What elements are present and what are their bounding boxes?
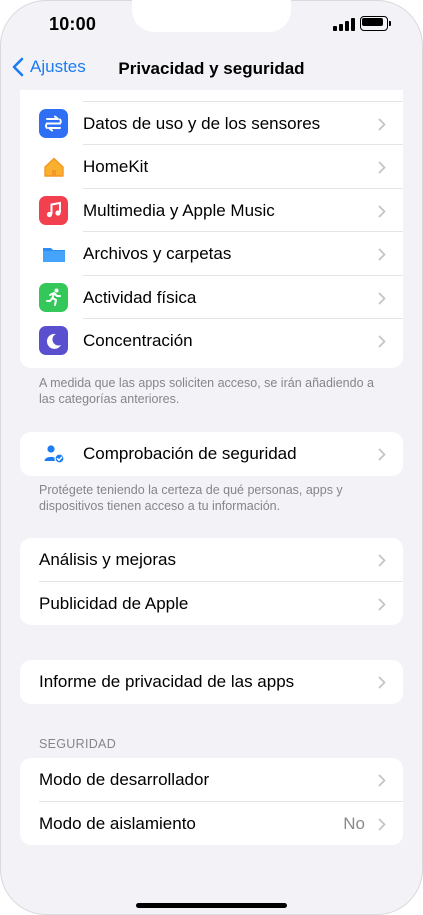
- security-section-header: SEGURIDAD: [39, 737, 117, 751]
- list-item-label: Comprobación de seguridad: [83, 444, 297, 463]
- list-item-fitness[interactable]: Actividad física: [20, 276, 403, 319]
- fitness-runner-icon: [39, 282, 68, 312]
- list-item-label: Análisis y mejoras: [39, 550, 176, 569]
- chevron-right-icon: [378, 676, 386, 689]
- list-item-safety-check[interactable]: Comprobación de seguridad: [20, 432, 403, 476]
- home-icon: [39, 152, 68, 181]
- chevron-right-icon: [378, 248, 386, 261]
- status-time: 10:00: [49, 14, 97, 34]
- list-item-label: Modo de aislamiento: [39, 813, 196, 833]
- chevron-right-icon: [378, 598, 386, 610]
- list-item-analytics[interactable]: Análisis y mejoras: [20, 538, 403, 582]
- list-item-sensor-data[interactable]: Datos de uso y de los sensores: [20, 102, 403, 145]
- status-bar: 10:00: [0, 0, 423, 50]
- chevron-right-icon: [378, 448, 386, 461]
- list-item-developer-mode[interactable]: Modo de desarrollador: [20, 758, 403, 802]
- moon-icon: [39, 326, 68, 355]
- privacy-categories-group: Datos de uso y de los sensores HomeKit M…: [20, 90, 403, 368]
- settings-scroll-view[interactable]: Datos de uso y de los sensores HomeKit M…: [0, 90, 423, 915]
- list-item-label: HomeKit: [83, 157, 149, 176]
- phone-screen: 10:00 Ajustes Privacidad y seguridad Dat…: [0, 0, 423, 915]
- sensor-data-icon: [39, 108, 68, 138]
- privacy-categories-footnote: A medida que las apps soliciten acceso, …: [39, 376, 374, 406]
- list-item-app-privacy-report[interactable]: Informe de privacidad de las apps: [20, 660, 403, 704]
- cellular-signal-icon: [333, 18, 355, 31]
- navigation-bar: Ajustes Privacidad y seguridad: [0, 50, 423, 90]
- chevron-right-icon: [378, 292, 386, 304]
- chevron-right-icon: [378, 774, 386, 787]
- battery-icon: [360, 16, 392, 31]
- chevron-right-icon: [378, 335, 386, 348]
- analytics-group: Análisis y mejoras Publicidad de Apple: [20, 538, 403, 625]
- list-item-label: Informe de privacidad de las apps: [39, 672, 295, 691]
- chevron-right-icon: [378, 818, 386, 830]
- list-item-focus[interactable]: Concentración: [20, 319, 403, 363]
- safety-check-footnote: Protégete teniendo la certeza de qué per…: [39, 483, 343, 513]
- safety-check-group: Comprobación de seguridad: [20, 432, 403, 476]
- list-item-files-folders[interactable]: Archivos y carpetas: [20, 232, 403, 276]
- home-indicator[interactable]: [136, 903, 287, 908]
- music-note-icon: [39, 195, 68, 225]
- list-item-label: Concentración: [83, 331, 193, 350]
- list-item-media-apple-music[interactable]: Multimedia y Apple Music: [20, 189, 403, 232]
- chevron-right-icon: [378, 118, 386, 130]
- app-privacy-report-group: Informe de privacidad de las apps: [20, 660, 403, 704]
- chevron-right-icon: [378, 161, 386, 174]
- page-title: Privacidad y seguridad: [118, 59, 305, 78]
- chevron-right-icon: [378, 554, 386, 567]
- list-item-lockdown-mode[interactable]: Modo de aislamiento No: [20, 802, 403, 846]
- list-item-apple-advertising[interactable]: Publicidad de Apple: [20, 582, 403, 626]
- folder-icon: [39, 239, 68, 268]
- list-item-label: Publicidad de Apple: [39, 593, 189, 613]
- list-item-homekit[interactable]: HomeKit: [20, 145, 403, 189]
- list-item-label: Modo de desarrollador: [39, 770, 210, 789]
- list-item-label: Actividad física: [83, 287, 197, 307]
- chevron-right-icon: [378, 205, 386, 217]
- security-group: Modo de desarrollador Modo de aislamient…: [20, 758, 403, 845]
- lockdown-mode-value: No: [343, 813, 365, 833]
- list-item-label: Multimedia y Apple Music: [83, 200, 275, 220]
- person-check-icon: [39, 439, 68, 468]
- list-item-label: Datos de uso y de los sensores: [83, 113, 321, 133]
- list-item-label: Archivos y carpetas: [83, 244, 232, 263]
- list-item-partially-hidden[interactable]: [20, 90, 403, 102]
